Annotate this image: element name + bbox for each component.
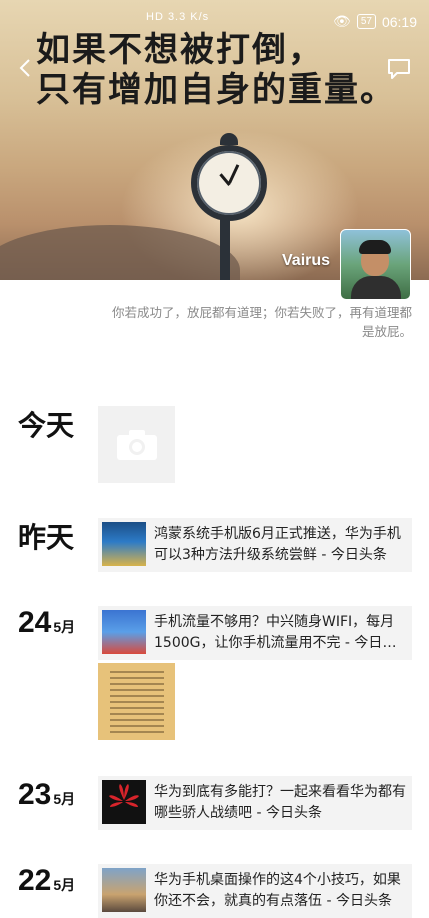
article-title: 鸿蒙系统手机版6月正式推送，华为手机可以3种方法升级系统尝鲜 - 今日头条 [154,526,401,563]
profile-name[interactable]: Vairus [282,252,330,270]
photo-thumbnail[interactable] [98,663,175,740]
clock-time: 06:19 [381,13,417,30]
list-item[interactable]: 手机流量不够用？中兴随身WIFI，每月1500G，让你手机流量用不完 - 今日头… [98,606,412,660]
clock-pole [220,215,230,280]
list-item[interactable]: 鸿蒙系统手机版6月正式推送，华为手机可以3种方法升级系统尝鲜 - 今日头条 [98,518,412,572]
post-camera-button[interactable] [98,406,175,483]
message-icon[interactable] [387,58,411,79]
article-thumbnail [102,610,146,654]
status-bar: HD 3.3 K/s 👁 57 06:19 [0,0,429,44]
avatar[interactable] [340,229,411,300]
date-label: 23 5月 [18,778,76,811]
date-label: 22 5月 [18,864,76,897]
network-indicator: HD 3.3 K/s [146,11,210,23]
article-title: 华为手机桌面操作的这4个小技巧，如果你还不会，就真的有点落伍 - 今日头条 [154,872,401,909]
list-item[interactable]: 华为到底有多能打？一起来看看华为都有哪些骄人战绩吧 - 今日头条 [98,776,412,830]
huawei-logo-thumbnail [102,780,146,824]
date-label: 24 5月 [18,606,76,639]
yesterday-label: 昨天 [18,521,75,554]
article-title: 华为到底有多能打？一起来看看华为都有哪些骄人战绩吧 - 今日头条 [154,784,406,821]
clock-icon [191,133,267,221]
profile-signature: 你若成功了，放屁都有道理；你若失败了，再有道理都是放屁。 [111,305,412,339]
eye-icon: 👁 [333,13,351,29]
article-title: 手机流量不够用？中兴随身WIFI，每月1500G，让你手机流量用不完 - 今日头… [154,614,397,651]
today-label: 今天 [18,409,75,442]
article-thumbnail [102,522,146,566]
article-thumbnail [102,868,146,912]
camera-icon [117,430,157,460]
back-icon[interactable] [14,56,38,80]
battery-icon: 57 [356,14,376,29]
